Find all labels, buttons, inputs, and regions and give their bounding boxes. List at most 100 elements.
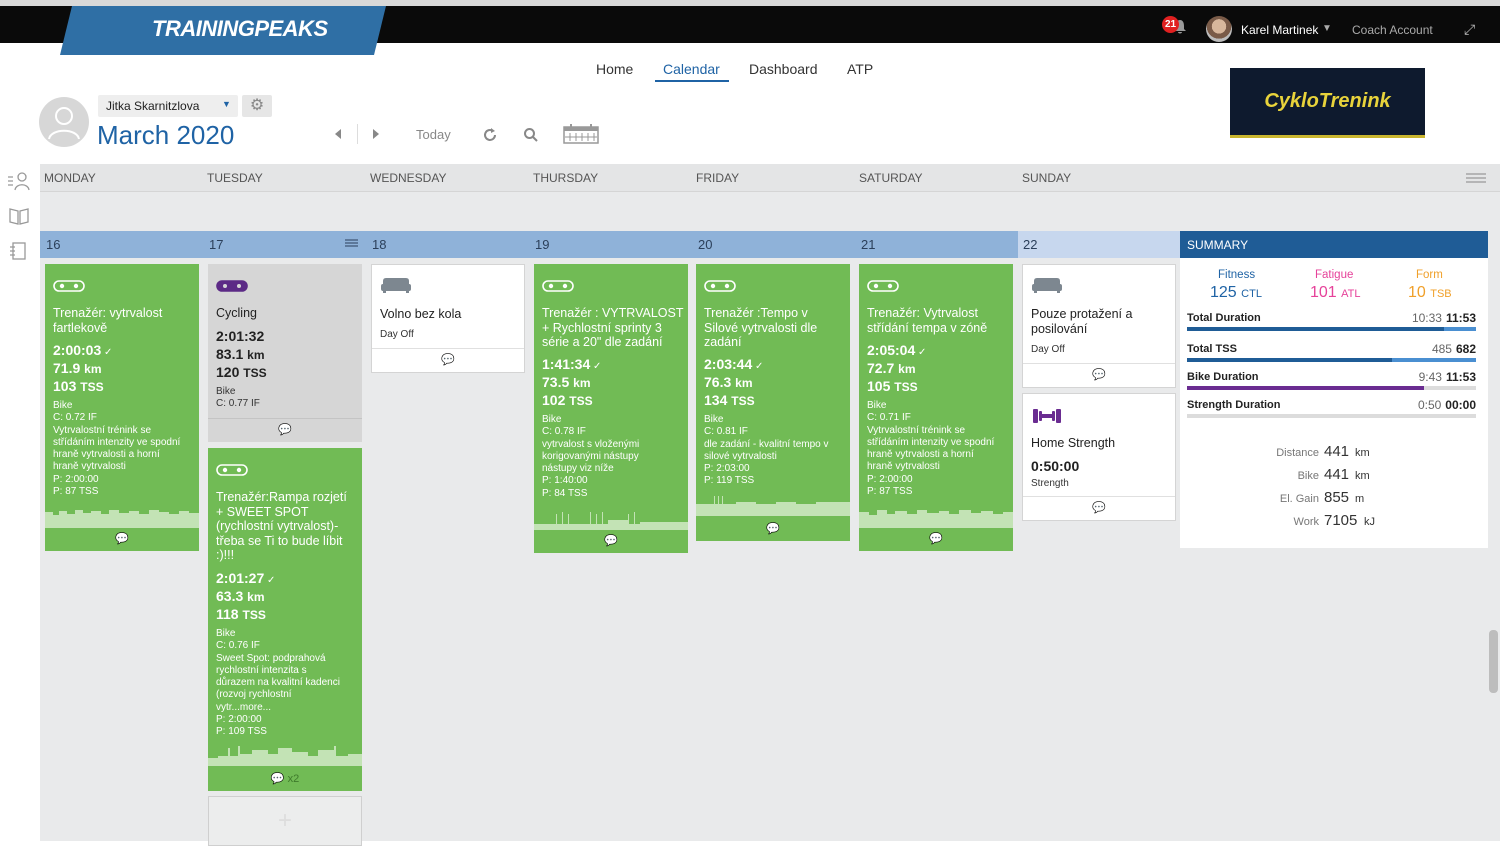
date-19[interactable]: 19 [535,237,549,252]
summary-row-value: 10:33 11:53 [1187,311,1476,325]
summary-row-planned: 11:53 [1445,370,1476,384]
comment-icon[interactable]: 💬 [696,522,850,535]
athlete-list-icon[interactable] [8,171,30,191]
athlete-caret-icon[interactable]: ▼ [222,99,231,109]
summary-progress-fill [1187,386,1424,390]
workout-distance: 83.1 km [216,346,265,362]
user-menu-caret-icon[interactable]: ▼ [1322,23,1332,34]
calendar-menu-icon[interactable] [1466,173,1486,183]
comment-icon[interactable]: 💬 [534,534,688,547]
coach-account-link[interactable]: Coach Account [1352,23,1433,37]
summary-progress-fill [1187,358,1392,362]
scrollbar-thumb[interactable] [1489,630,1498,693]
day-off-card-sunday[interactable]: Pouze protažení a posilování Day Off 💬 [1022,264,1176,388]
dayname-wednesday: WEDNESDAY [370,171,447,185]
date-20[interactable]: 20 [698,237,712,252]
form-value: 10 TSB [1408,284,1452,301]
plus-icon[interactable]: + [209,807,361,835]
week-date-strip-sunday [1018,231,1180,258]
summary-row-completed: 10:33 [1411,311,1442,325]
today-button[interactable]: Today [416,127,451,142]
gear-icon[interactable]: ⚙ [242,95,272,117]
comment-icon[interactable]: 💬 [372,348,524,372]
top-bar: TRAININGPEAKS 21 Karel Martinek ▼ Coach … [0,6,1500,55]
dayname-tuesday: TUESDAY [207,171,263,185]
bike-icon [542,280,574,292]
summary-row-value: 0:50 00:00 [1187,398,1476,412]
workout-title: Trenažér : VYTRVALOST + Rychlostní sprint… [542,306,684,349]
workout-card-tuesday-cycling[interactable]: Cycling 2:01:32 83.1 km 120 TSS Bike C: 0… [208,264,362,442]
workout-card-thursday[interactable]: Trenažér : VYTRVALOST + Rychlostní sprint… [534,264,688,553]
dayname-monday: MONDAY [44,171,96,185]
fullscreen-icon[interactable]: ⤢ [1464,21,1475,38]
workout-tss: 105 TSS [867,378,918,394]
bike-icon [867,280,899,292]
trainingpeaks-logo[interactable]: TRAININGPEAKS [152,16,328,42]
cyklotrenink-banner[interactable]: CykloTrenink [1230,68,1425,138]
nav-atp[interactable]: ATP [847,61,873,77]
strength-card-sunday[interactable]: Home Strength 0:50:00 Strength 💬 [1022,393,1176,521]
search-icon[interactable] [523,127,539,143]
workout-title: Cycling [216,306,257,320]
workout-title: Home Strength [1031,436,1116,450]
athlete-avatar[interactable] [39,97,89,147]
comment-icon[interactable]: 💬 [208,418,362,442]
workout-duration: 1:41:34 ✓ [542,356,602,372]
date-22[interactable]: 22 [1023,237,1037,252]
user-name[interactable]: Karel Martinek [1241,23,1318,37]
workout-card-friday[interactable]: Trenažér :Tempo v Silové vytrvalosti dle z… [696,264,850,541]
nav-dashboard[interactable]: Dashboard [749,61,818,77]
prev-arrow-icon[interactable] [333,128,343,140]
date-16[interactable]: 16 [46,237,60,252]
workout-title: Trenažér: Vytrvalost střídání tempa v zón… [867,306,988,335]
workout-duration: 2:03:44 ✓ [704,356,764,372]
power-profile [859,510,1013,528]
banner-underline [1230,135,1425,138]
comment-icon[interactable]: 💬 [1023,363,1175,387]
comment-icon[interactable]: 💬 [1023,496,1175,520]
workout-details: Bike C: 0.81 IF dle zadání - kvalitní temp… [704,414,829,487]
nav-home[interactable]: Home [596,61,633,77]
summary-row-planned: 11:53 [1445,311,1476,325]
refresh-icon[interactable] [481,126,499,144]
dayname-friday: FRIDAY [696,171,740,185]
summary-row-completed: 0:50 [1417,398,1442,412]
summary-row-completed: 485 [1431,342,1452,356]
workout-duration: 2:01:32 [216,328,265,344]
date-21[interactable]: 21 [861,237,875,252]
power-profile [534,512,688,530]
comment-count[interactable]: 💬 x2 [208,772,362,785]
workout-title: Trenažér: vytrvalost fartlekově [53,306,163,335]
workout-distance: 71.9 km [53,360,102,376]
summary-row-planned: 682 [1455,342,1476,356]
date-17[interactable]: 17 [209,237,223,252]
notification-badge[interactable]: 21 [1162,16,1180,33]
elevation-gain-label: El. Gain [1279,493,1319,505]
add-workout-slot[interactable]: + [208,796,362,846]
day-menu-icon[interactable] [345,239,358,247]
athlete-select[interactable]: Jitka Skarnitzlova [98,95,238,117]
bike-distance-unit: km [1355,470,1370,482]
summary-row-value: 9:43 11:53 [1187,370,1476,384]
user-avatar[interactable] [1206,16,1232,42]
library-book-icon[interactable] [8,206,30,226]
date-18[interactable]: 18 [372,237,386,252]
comment-icon[interactable]: 💬 [45,532,199,545]
distance-value: 441 [1324,443,1350,460]
fatigue-value: 101 ATL [1310,284,1361,301]
workout-distance: 73.5 km [542,374,591,390]
workout-card-tuesday-trainer[interactable]: Trenažér:Rampa rozjetí + SWEET SPOT (rychl… [208,448,362,791]
workout-card-monday[interactable]: Trenažér: vytrvalost fartlekově 2:00:03 ✓… [45,264,199,551]
elevation-gain-unit: m [1355,493,1365,505]
comment-icon[interactable]: 💬 [859,532,1013,545]
workout-card-saturday[interactable]: Trenažér: Vytrvalost střídání tempa v zón… [859,264,1013,551]
nav-calendar[interactable]: Calendar [663,61,720,77]
next-arrow-icon[interactable] [371,128,381,140]
day-off-card-wednesday[interactable]: Volno bez kola Day Off 💬 [371,264,525,373]
workout-builder-icon[interactable] [8,241,30,261]
work-label: Work [1293,516,1319,528]
fitness-value: 125 CTL [1210,284,1262,301]
workout-distance: 63.3 km [216,588,265,604]
calendar-picker-icon[interactable] [563,124,599,144]
power-profile [208,746,362,766]
